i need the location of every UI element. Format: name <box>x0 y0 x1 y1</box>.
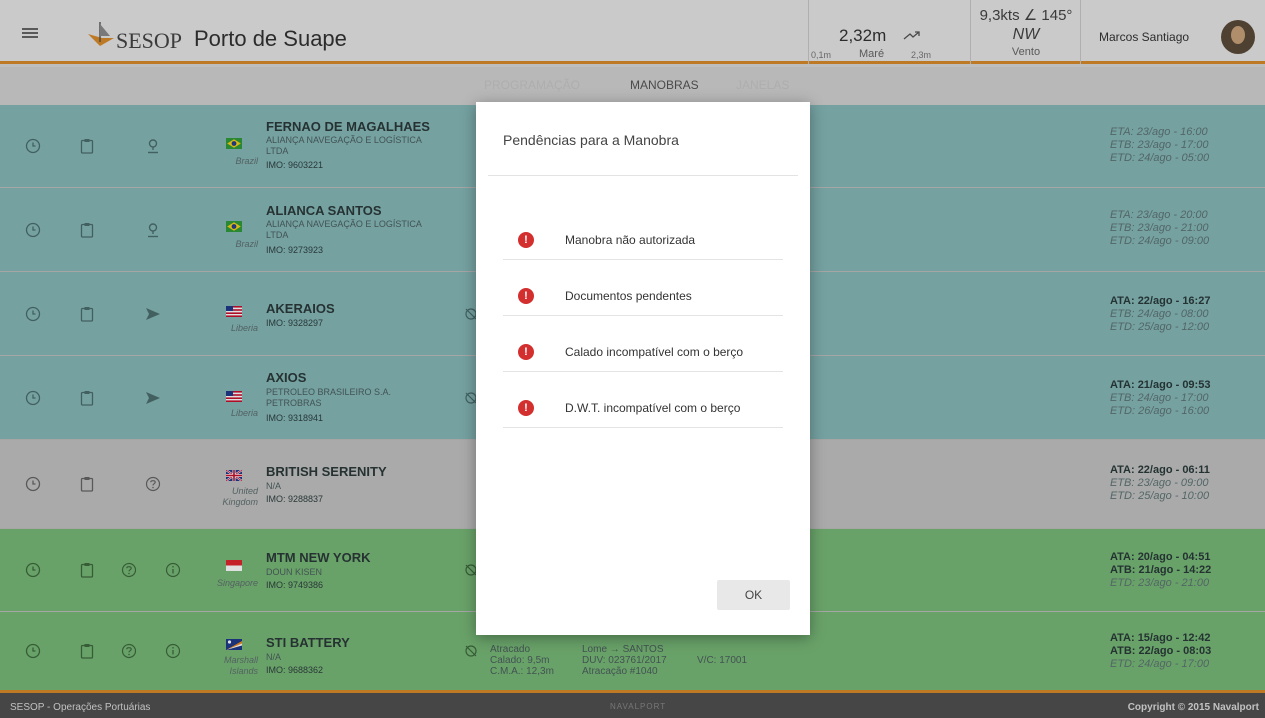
alert-icon: ! <box>518 400 534 416</box>
ok-button[interactable]: OK <box>717 580 790 610</box>
pending-item: ! Manobra não autorizada <box>503 204 783 260</box>
dialog-divider <box>488 175 798 176</box>
pending-item: ! D.W.T. incompatível com o berço <box>503 372 783 428</box>
alert-icon: ! <box>518 288 534 304</box>
alert-icon: ! <box>518 232 534 248</box>
pending-item-text: Manobra não autorizada <box>565 233 696 247</box>
pending-item: ! Calado incompatível com o berço <box>503 316 783 372</box>
pending-item-text: D.W.T. incompatível com o berço <box>565 401 741 415</box>
alert-icon: ! <box>518 344 534 360</box>
pending-items-dialog: Pendências para a Manobra ! Manobra não … <box>476 102 810 635</box>
pending-item: ! Documentos pendentes <box>503 260 783 316</box>
dialog-title: Pendências para a Manobra <box>503 132 679 148</box>
pending-item-text: Documentos pendentes <box>565 289 692 303</box>
pending-item-text: Calado incompatível com o berço <box>565 345 744 359</box>
